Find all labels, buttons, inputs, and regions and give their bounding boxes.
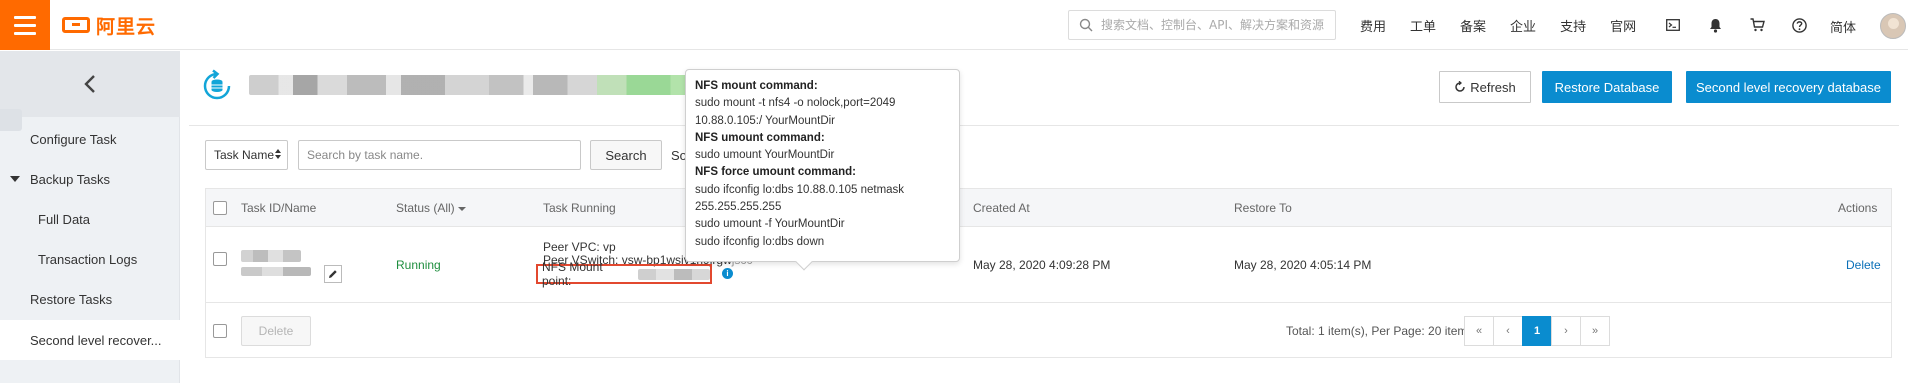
nfs-mount-point: NFS Mount point: [536, 260, 712, 288]
last-page-button[interactable]: » [1580, 316, 1610, 346]
main-content: Refresh Restore Database Second level re… [181, 51, 1908, 383]
nav-link-enterprise[interactable]: 企业 [1510, 16, 1536, 35]
redacted-task-name [241, 267, 311, 276]
info-icon[interactable]: i [722, 268, 733, 279]
caret-down-icon [10, 176, 20, 182]
global-search[interactable] [1068, 10, 1336, 40]
sidebar-item-restore-tasks[interactable]: Restore Tasks [0, 279, 180, 319]
nfs-force-line-2: 255.255.255.255 [695, 201, 782, 214]
hamburger-menu-icon[interactable] [0, 0, 50, 50]
logo-text: 阿里云 [96, 16, 157, 38]
redacted-mount-address [638, 268, 710, 280]
user-avatar[interactable] [1880, 13, 1906, 39]
edit-name-icon[interactable] [324, 265, 342, 283]
sidebar-item-label: Second level recover... [30, 332, 162, 348]
terminal-icon[interactable] [1652, 0, 1694, 50]
sidebar: Configure Task Backup Tasks Full Data Tr… [0, 51, 180, 383]
search-button[interactable]: Search [590, 140, 662, 170]
select-all-checkbox[interactable] [213, 201, 227, 215]
help-icon[interactable] [1778, 0, 1820, 50]
cart-icon[interactable] [1736, 0, 1778, 50]
nfs-umount-title: NFS umount command: [695, 131, 825, 144]
nfs-force-line-1: sudo ifconfig lo:dbs 10.88.0.105 netmask [695, 183, 905, 196]
pagination: « ‹ 1 › » [1464, 316, 1610, 346]
nfs-force-line-3: sudo umount -f YourMountDir [695, 218, 845, 231]
select-arrows-icon [275, 149, 281, 159]
aliyun-logo[interactable]: 阿里云 [62, 13, 157, 38]
redacted-task-title [249, 75, 739, 95]
bell-icon[interactable] [1694, 0, 1736, 50]
task-name-search-input[interactable] [298, 140, 581, 170]
col-actions: Actions [1838, 201, 1878, 215]
nfs-mount-label: NFS Mount point: [542, 260, 603, 288]
nav-link-official-site[interactable]: 官网 [1610, 16, 1636, 35]
status-badge: Running [396, 258, 441, 272]
col-restore-to: Restore To [1234, 201, 1292, 215]
nfs-force-line-4: sudo ifconfig lo:dbs down [695, 235, 825, 248]
nfs-mount-line-2: 10.88.0.105:/ YourMountDir [695, 114, 836, 127]
caret-down-icon [458, 207, 467, 211]
refresh-label: Refresh [1470, 79, 1516, 95]
search-field-value: Task Name [214, 148, 275, 162]
nav-link-support[interactable]: 支持 [1560, 16, 1586, 35]
nfs-commands-popover: NFS mount command: sudo mount -t nfs4 -o… [685, 69, 960, 271]
col-created-at: Created At [973, 201, 1030, 215]
sidebar-item-label: Configure Task [30, 131, 117, 147]
refresh-button[interactable]: Refresh [1439, 71, 1531, 103]
nfs-umount-line: sudo umount YourMountDir [695, 149, 835, 162]
prev-page-button[interactable]: ‹ [1493, 316, 1523, 346]
top-nav-icons [1652, 0, 1820, 50]
table-footer: Delete Total: 1 item(s), Per Page: 20 it… [206, 304, 1891, 358]
database-restore-icon [203, 69, 231, 100]
col-task-id-name: Task ID/Name [241, 201, 317, 215]
language-switch[interactable]: 简体 [1830, 17, 1856, 36]
search-field-select[interactable]: Task Name [205, 140, 288, 170]
sidebar-item-backup-tasks[interactable]: Backup Tasks [0, 159, 180, 199]
aliyun-logo-mark-icon [62, 17, 90, 33]
created-at-value: May 28, 2020 4:09:28 PM [973, 258, 1111, 272]
nfs-mount-line-1: sudo mount -t nfs4 -o nolock,port=2049 [695, 97, 896, 110]
nfs-force-umount-title: NFS force umount command: [695, 166, 857, 179]
next-page-button[interactable]: › [1551, 316, 1581, 346]
top-navigation-bar: 阿里云 费用 工单 备案 企业 支持 官网 简体 [0, 0, 1908, 50]
nav-link-billing[interactable]: 费用 [1360, 16, 1386, 35]
col-status-filter[interactable]: Status (All) [396, 201, 467, 215]
footer-select-checkbox[interactable] [213, 324, 227, 338]
sidebar-item-transaction-logs[interactable]: Transaction Logs [0, 239, 180, 279]
col-status-label: Status (All) [396, 201, 455, 215]
nfs-mount-title: NFS mount command: [695, 80, 818, 92]
global-search-input[interactable] [1101, 12, 1331, 38]
chevron-left-icon [84, 75, 95, 93]
table-row: Running Peer VPC: vp Peer VSwitch: vsw-b… [206, 227, 1891, 303]
bulk-delete-button[interactable]: Delete [241, 316, 311, 346]
search-icon [1079, 18, 1093, 32]
restore-to-value: May 28, 2020 4:05:14 PM [1234, 258, 1372, 272]
divider [189, 125, 1899, 126]
refresh-icon [1455, 81, 1465, 92]
row-checkbox[interactable] [213, 252, 227, 266]
sidebar-back-button[interactable] [0, 51, 180, 117]
table-header: Task ID/Name Status (All) Task Running C… [206, 189, 1891, 227]
nav-link-icp[interactable]: 备案 [1460, 16, 1486, 35]
sidebar-item-label: Restore Tasks [30, 291, 113, 307]
peer-vpc: Peer VPC: vp [543, 240, 616, 254]
sidebar-item-label: Full Data [38, 211, 91, 227]
delete-link[interactable]: Delete [1846, 258, 1881, 272]
nav-link-tickets[interactable]: 工单 [1410, 16, 1436, 35]
sidebar-item-full-data[interactable]: Full Data [0, 199, 180, 239]
top-nav-links: 费用 工单 备案 企业 支持 官网 [1360, 0, 1660, 50]
restore-database-button[interactable]: Restore Database [1542, 71, 1672, 103]
second-level-recovery-button[interactable]: Second level recovery database [1686, 71, 1891, 103]
pagination-total: Total: 1 item(s), Per Page: 20 item(s) [1286, 324, 1482, 338]
sidebar-item-configure-task[interactable]: Configure Task [0, 119, 180, 159]
first-page-button[interactable]: « [1464, 316, 1494, 346]
task-table: Task ID/Name Status (All) Task Running C… [205, 188, 1892, 358]
col-task-running: Task Running [543, 201, 616, 215]
redacted-task-id [241, 250, 301, 262]
sidebar-item-label: Transaction Logs [38, 251, 138, 267]
sidebar-item-label: Backup Tasks [30, 171, 110, 187]
page-1-button[interactable]: 1 [1522, 316, 1552, 346]
sidebar-item-second-level-recovery[interactable]: Second level recover... [0, 320, 180, 360]
